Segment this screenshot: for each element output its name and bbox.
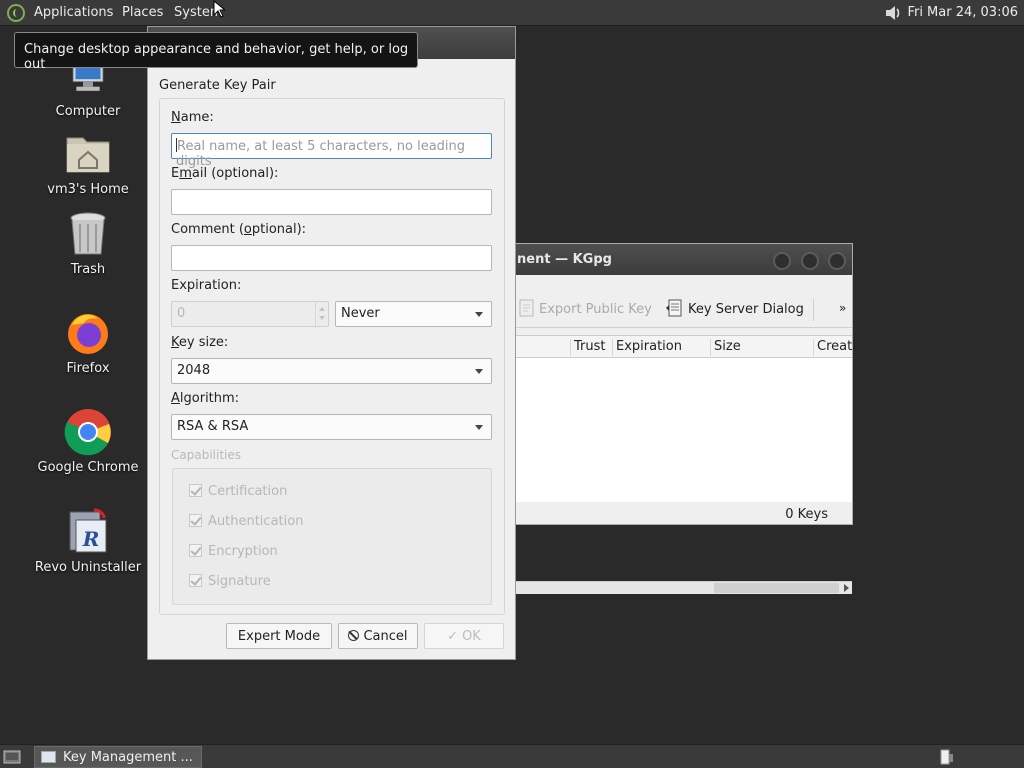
column-expiration[interactable]: Expiration <box>612 339 710 356</box>
toolbar-separator <box>813 299 814 321</box>
scroll-right-icon[interactable] <box>844 584 849 592</box>
workspace-switcher-icon[interactable] <box>938 748 956 766</box>
desktop-icon-chrome[interactable]: Google Chrome <box>23 408 153 475</box>
expiration-label: Expiration: <box>171 278 242 293</box>
checkbox-checked-icon <box>189 544 202 557</box>
maximize-button[interactable] <box>801 252 819 270</box>
name-input[interactable]: Real name, at least 5 characters, no lea… <box>171 133 492 169</box>
comment-input[interactable] <box>171 245 492 271</box>
cancel-icon <box>348 630 360 641</box>
checkbox-checked-icon <box>189 514 202 527</box>
capability-certification: Certification <box>189 484 287 499</box>
ok-button[interactable]: ✓ OK <box>424 623 504 649</box>
menu-places[interactable]: Places <box>122 5 163 20</box>
name-label: Name: <box>171 110 214 125</box>
desktop-icon-label: vm3's Home <box>47 182 129 197</box>
desktop-icon-firefox[interactable]: Firefox <box>23 309 153 376</box>
desktop-icon-home[interactable]: vm3's Home <box>23 130 153 197</box>
expiration-value: 0 <box>177 306 186 321</box>
close-button[interactable] <box>828 252 846 270</box>
column-creation[interactable]: Creati <box>813 339 856 356</box>
expiration-spinbox[interactable]: 0 <box>171 301 329 327</box>
column-trust[interactable]: Trust <box>570 339 612 356</box>
chrome-icon <box>64 409 111 456</box>
distro-logo-icon[interactable] <box>7 4 25 22</box>
desktop-icon-label: Google Chrome <box>37 460 139 475</box>
comment-label: Comment (optional): <box>171 222 307 237</box>
name-label-rest: ame: <box>180 110 214 125</box>
key-list-table[interactable]: Trust Expiration Size Creati <box>471 335 856 594</box>
capability-signature: Signature <box>189 574 271 589</box>
revo-uninstaller-icon: R <box>69 508 107 553</box>
clock[interactable]: Fri Mar 24, 03:06 <box>907 5 1018 20</box>
scrollbar-thumb[interactable] <box>714 583 839 593</box>
generate-key-dialog[interactable]: Generate Key Pair Name: Real name, at le… <box>147 26 516 660</box>
horizontal-scrollbar[interactable] <box>471 581 852 594</box>
key-server-label: Key Server Dialog <box>688 302 804 317</box>
spin-down-icon <box>319 316 325 320</box>
key-server-dialog-button[interactable]: Key Server Dialog <box>666 299 804 317</box>
desktop-icon-revo[interactable]: R Revo Uninstaller <box>23 508 153 575</box>
kgpg-window[interactable]: nent — KGpg Export Public Key Key Server… <box>470 243 856 594</box>
volume-icon[interactable] <box>883 3 903 23</box>
trash-icon <box>70 212 106 255</box>
checkbox-checked-icon <box>189 574 202 587</box>
cancel-label: Cancel <box>363 629 408 644</box>
spin-buttons[interactable] <box>315 302 328 326</box>
email-label: Email (optional): <box>171 166 279 181</box>
export-public-key-button[interactable]: Export Public Key <box>519 299 652 317</box>
toolbar-more-button[interactable]: » <box>839 301 846 315</box>
kgpg-titlebar[interactable]: nent — KGpg <box>471 244 852 275</box>
desktop-icon-label: Computer <box>55 104 121 119</box>
capability-encryption: Encryption <box>189 544 278 559</box>
desktop-icon-label: Revo Uninstaller <box>34 560 142 575</box>
capabilities-box: Certification Authentication Encryption … <box>172 468 492 605</box>
column-size[interactable]: Size <box>710 339 813 356</box>
chevron-down-icon <box>475 425 483 430</box>
chevron-down-icon <box>475 312 483 317</box>
capabilities-label: Capabilities <box>171 448 241 462</box>
key-count-status: 0 Keys <box>785 507 828 522</box>
expiration-unit-combo[interactable]: Never <box>335 301 492 327</box>
checkbox-checked-icon <box>189 484 202 497</box>
key-list-header: Trust Expiration Size Creati <box>471 336 856 358</box>
export-label: Export Public Key <box>539 302 652 317</box>
mouse-cursor-icon <box>213 0 225 18</box>
capability-authentication: Authentication <box>189 514 303 529</box>
export-icon <box>519 299 534 317</box>
system-menu-tooltip: Change desktop appearance and behavior, … <box>14 32 418 72</box>
key-server-icon <box>666 299 682 317</box>
group-title: Generate Key Pair <box>159 78 276 93</box>
keysize-label: Key size: <box>171 335 229 350</box>
firefox-icon <box>68 314 108 354</box>
desktop-icon-trash[interactable]: Trash <box>23 210 153 277</box>
keysize-combo[interactable]: 2048 <box>171 358 492 384</box>
show-desktop-icon[interactable] <box>3 749 21 765</box>
chevron-down-icon <box>475 369 483 374</box>
cancel-button[interactable]: Cancel <box>338 623 418 649</box>
check-icon: ✓ <box>447 629 459 644</box>
kgpg-toolbar: Export Public Key Key Server Dialog » <box>471 275 852 328</box>
taskbar-item-label: Key Management ... <box>63 750 193 765</box>
algorithm-value: RSA & RSA <box>177 419 249 434</box>
minimize-button[interactable] <box>773 252 791 270</box>
kgpg-window-title: nent — KGpg <box>517 252 612 267</box>
spin-up-icon <box>319 307 325 311</box>
home-folder-icon <box>66 137 110 173</box>
keysize-value: 2048 <box>177 363 211 378</box>
svg-text:R: R <box>82 527 100 551</box>
window-icon <box>41 751 56 763</box>
desktop-icon-label: Trash <box>70 262 106 277</box>
expert-mode-button[interactable]: Expert Mode <box>226 623 332 649</box>
expiration-unit-value: Never <box>341 306 380 321</box>
algorithm-combo[interactable]: RSA & RSA <box>171 414 492 440</box>
algorithm-label: Algorithm: <box>171 391 240 406</box>
taskbar-item-key-management[interactable]: Key Management ... <box>34 746 202 768</box>
email-input[interactable] <box>171 189 492 215</box>
top-panel: Applications Places System Fri Mar 24, 0… <box>0 0 1024 26</box>
desktop-icon-label: Firefox <box>66 361 110 376</box>
ok-label: OK <box>462 629 481 644</box>
bottom-panel: Key Management ... <box>0 744 1024 768</box>
menu-applications[interactable]: Applications <box>34 5 113 20</box>
